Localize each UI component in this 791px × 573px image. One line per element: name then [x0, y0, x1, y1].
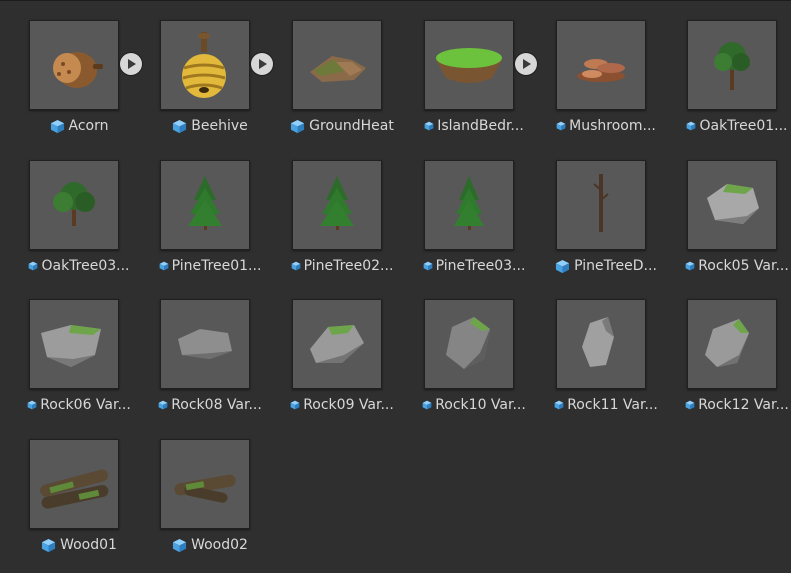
asset-item-rock10[interactable]: Rock10 Var...	[418, 299, 530, 433]
rock-thumb	[687, 299, 777, 389]
asset-label: Rock10 Var...	[418, 396, 530, 414]
asset-label: GroundHeat	[286, 117, 398, 135]
cube-icon	[685, 261, 695, 271]
asset-item-rock12[interactable]: Rock12 Var...	[681, 299, 791, 433]
oaktree-thumb	[29, 160, 119, 250]
asset-label: PineTree01...	[154, 257, 266, 275]
asset-label: Acorn	[23, 117, 135, 135]
pinetree-thumb	[160, 160, 250, 250]
asset-item-oaktree03[interactable]: OakTree03...	[23, 160, 135, 294]
cube-icon	[50, 119, 65, 134]
asset-item-groundheat[interactable]: GroundHeat	[286, 20, 398, 154]
asset-label: Rock08 Var...	[154, 396, 266, 414]
asset-label: PineTreeD...	[550, 257, 662, 275]
cube-icon	[424, 121, 434, 131]
wood-thumb	[29, 439, 119, 529]
cube-icon	[291, 261, 301, 271]
asset-label: Rock06 Var...	[23, 396, 135, 414]
asset-label: Rock12 Var...	[681, 396, 791, 414]
asset-item-pinetreedead[interactable]: PineTreeD...	[550, 160, 662, 294]
project-browser-grid: Acorn Beehive GroundHeat IslandBedr... M…	[0, 0, 791, 571]
asset-item-rock11[interactable]: Rock11 Var...	[550, 299, 662, 433]
play-preview-button[interactable]	[120, 53, 142, 75]
cube-icon	[27, 400, 37, 410]
cube-icon	[555, 259, 570, 274]
cube-icon	[41, 538, 56, 553]
asset-item-pinetree01[interactable]: PineTree01...	[154, 160, 266, 294]
pinetree-thumb	[292, 160, 382, 250]
asset-label: OakTree03...	[23, 257, 135, 275]
rock-thumb	[424, 299, 514, 389]
cube-icon	[172, 538, 187, 553]
pinetree-thumb	[424, 160, 514, 250]
cube-icon	[686, 121, 696, 131]
asset-item-acorn[interactable]: Acorn	[23, 20, 142, 154]
cube-icon	[28, 261, 38, 271]
asset-label: Rock09 Var...	[286, 396, 398, 414]
island-thumb	[424, 20, 514, 110]
asset-item-beehive[interactable]: Beehive	[154, 20, 273, 154]
asset-label: Beehive	[154, 117, 266, 135]
asset-item-islandbedrock[interactable]: IslandBedr...	[418, 20, 537, 154]
wood-thumb	[160, 439, 250, 529]
cube-icon	[556, 121, 566, 131]
asset-item-mushroom[interactable]: Mushroom...	[550, 20, 662, 154]
cube-icon	[290, 119, 305, 134]
asset-item-oaktree01[interactable]: OakTree01...	[681, 20, 791, 154]
asset-item-rock09[interactable]: Rock09 Var...	[286, 299, 398, 433]
beehive-thumb	[160, 20, 250, 110]
deadtree-thumb	[556, 160, 646, 250]
asset-item-wood01[interactable]: Wood01	[23, 439, 135, 573]
rock-thumb	[292, 299, 382, 389]
asset-label: Mushroom...	[550, 117, 662, 135]
asset-label: Rock11 Var...	[550, 396, 662, 414]
cube-icon	[423, 261, 433, 271]
acorn-thumb	[29, 20, 119, 110]
asset-label: PineTree02...	[286, 257, 398, 275]
mushroom-thumb	[556, 20, 646, 110]
cube-icon	[422, 400, 432, 410]
asset-label: OakTree01...	[681, 117, 791, 135]
asset-item-pinetree03[interactable]: PineTree03...	[418, 160, 530, 294]
groundheat-thumb	[292, 20, 382, 110]
asset-label: Wood01	[23, 536, 135, 554]
asset-item-rock05[interactable]: Rock05 Var...	[681, 160, 791, 294]
rock-thumb	[160, 299, 250, 389]
asset-item-pinetree02[interactable]: PineTree02...	[286, 160, 398, 294]
rock-thumb	[29, 299, 119, 389]
play-preview-button[interactable]	[251, 53, 273, 75]
cube-icon	[290, 400, 300, 410]
cube-icon	[159, 261, 169, 271]
asset-item-rock08[interactable]: Rock08 Var...	[154, 299, 266, 433]
rock-thumb	[556, 299, 646, 389]
asset-label: PineTree03...	[418, 257, 530, 275]
cube-icon	[554, 400, 564, 410]
play-preview-button[interactable]	[515, 53, 537, 75]
rock-thumb	[687, 160, 777, 250]
cube-icon	[158, 400, 168, 410]
asset-label: Wood02	[154, 536, 266, 554]
asset-label: Rock05 Var...	[681, 257, 791, 275]
oaktree-thumb	[687, 20, 777, 110]
asset-item-rock06[interactable]: Rock06 Var...	[23, 299, 135, 433]
asset-label: IslandBedr...	[418, 117, 530, 135]
asset-item-wood02[interactable]: Wood02	[154, 439, 266, 573]
cube-icon	[172, 119, 187, 134]
cube-icon	[685, 400, 695, 410]
